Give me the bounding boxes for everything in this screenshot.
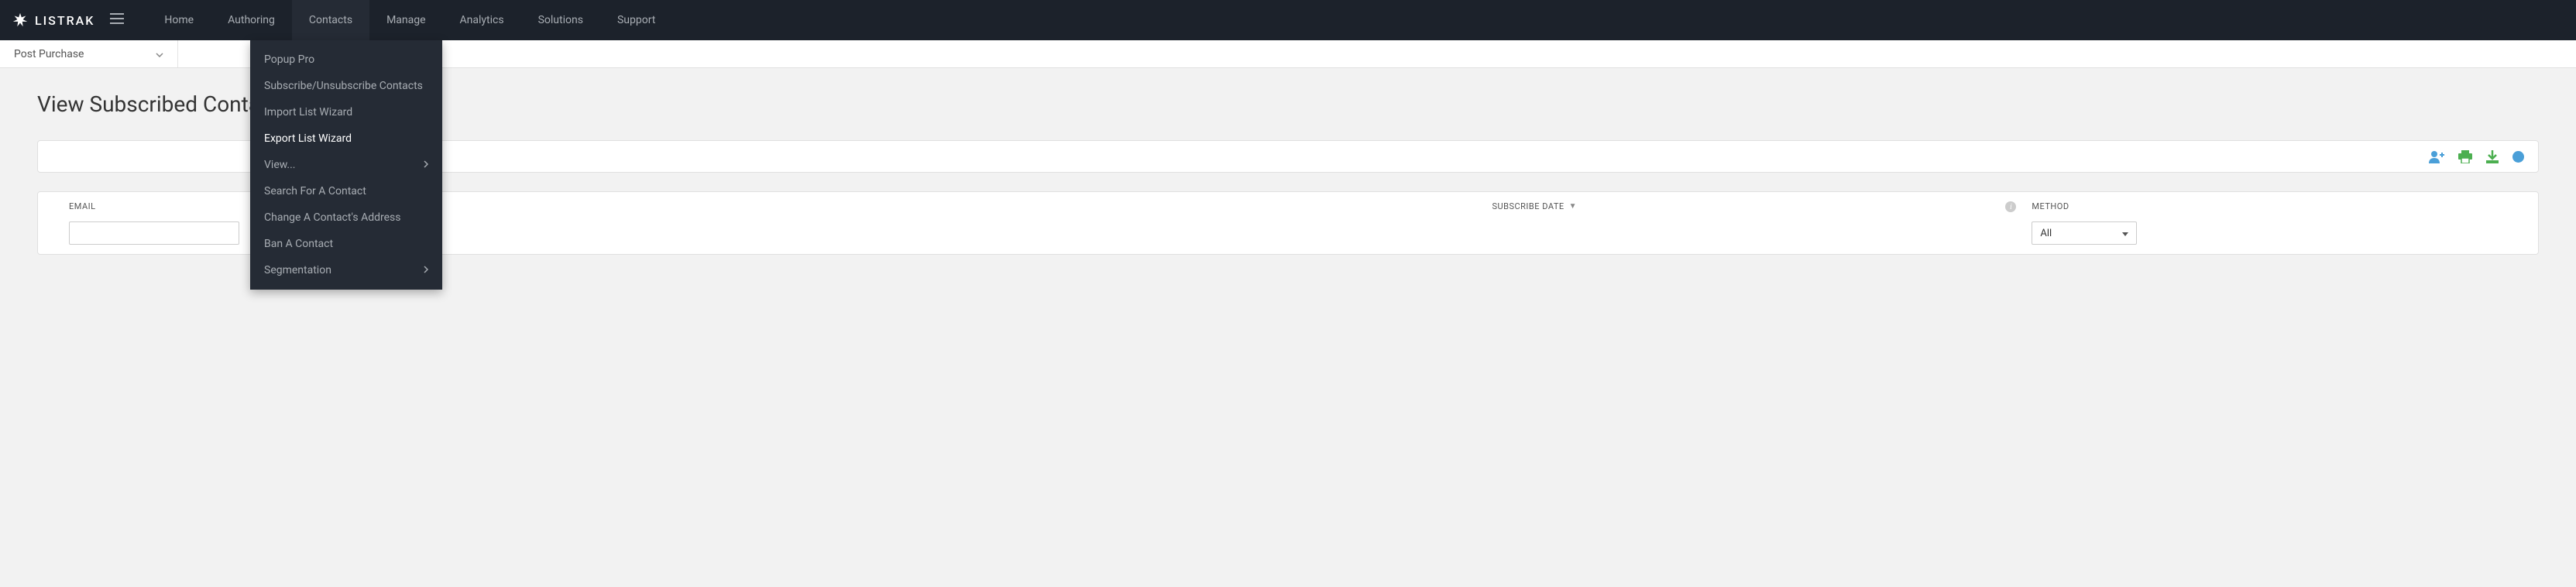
add-contact-icon[interactable] [2429,150,2444,163]
brand-logo[interactable]: LISTRAK [12,12,94,29]
info-icon[interactable]: i [2005,201,2016,212]
top-nav: LISTRAK HomeAuthoringContactsManageAnaly… [0,0,2576,40]
nav-items: HomeAuthoringContactsManageAnalyticsSolu… [147,0,672,40]
nav-item-manage[interactable]: Manage [369,0,442,40]
method-filter-select[interactable]: All [2032,221,2137,245]
nav-item-contacts[interactable]: Contacts [292,0,369,40]
brand-icon [12,12,29,29]
method-filter-value: All [2040,228,2052,239]
nav-item-solutions[interactable]: Solutions [521,0,600,40]
col-header-subscribe-date[interactable]: SUBSCRIBE DATE ▼ [1492,201,1577,211]
list-selector-value: Post Purchase [14,48,84,60]
download-icon[interactable] [2486,150,2499,163]
print-icon[interactable] [2458,150,2472,163]
menu-item-popup-pro[interactable]: Popup Pro [250,46,442,73]
col-header-method[interactable]: METHOD [2032,201,2507,211]
chevron-right-icon [424,159,428,171]
nav-item-home[interactable]: Home [147,0,211,40]
menu-item-subscribe-unsubscribe-contacts[interactable]: Subscribe/Unsubscribe Contacts [250,73,442,99]
contacts-dropdown: Popup ProSubscribe/Unsubscribe ContactsI… [250,40,442,290]
nav-item-support[interactable]: Support [600,0,672,40]
sort-desc-icon: ▼ [1569,202,1577,211]
menu-item-search-for-a-contact[interactable]: Search For A Contact [250,178,442,204]
menu-item-ban-a-contact[interactable]: Ban A Contact [250,231,442,257]
nav-item-analytics[interactable]: Analytics [443,0,521,40]
email-filter-input[interactable] [69,221,239,245]
brand-text: LISTRAK [35,13,94,28]
info-status-icon[interactable] [2512,151,2524,163]
nav-item-authoring[interactable]: Authoring [211,0,292,40]
list-selector[interactable]: Post Purchase [0,40,178,67]
menu-item-view[interactable]: View... [250,152,442,178]
hamburger-menu-icon[interactable] [106,9,128,31]
menu-item-import-list-wizard[interactable]: Import List Wizard [250,99,442,125]
caret-down-icon [2122,228,2128,239]
chevron-right-icon [424,264,428,276]
menu-item-segmentation[interactable]: Segmentation [250,257,442,283]
chevron-down-icon [156,48,163,60]
menu-item-change-a-contact-s-address[interactable]: Change A Contact's Address [250,204,442,231]
menu-item-export-list-wizard[interactable]: Export List Wizard [250,125,442,152]
